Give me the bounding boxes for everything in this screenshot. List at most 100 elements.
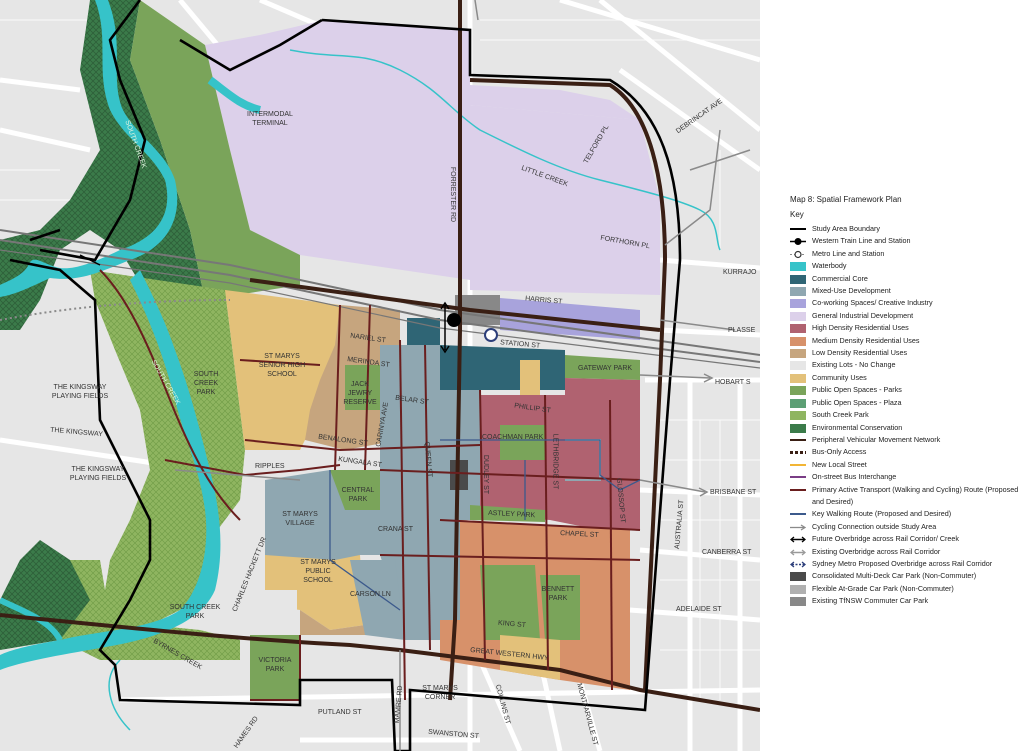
label-senior-high: ST MARYS SENIOR HIGH SCHOOL (258, 353, 306, 378)
legend-item: Community Uses (790, 372, 1020, 384)
legend-swatch (790, 287, 806, 297)
legend-swatch (790, 250, 806, 259)
legend-label: Flexible At-Grade Car Park (Non-Commuter… (812, 583, 954, 593)
legend-label: Environmental Conservation (812, 422, 903, 432)
map-title: Map 8: Spatial Framework Plan (790, 195, 902, 204)
legend-swatch (789, 535, 807, 544)
legend-swatch (790, 311, 806, 321)
map-legend: Map 8: Spatial Framework Plan Key Study … (789, 195, 1020, 608)
legend-label: Community Uses (812, 372, 867, 382)
legend-item: Peripheral Vehicular Movement Network (790, 434, 1020, 446)
label-dudley-st: DUDLEY ST (482, 454, 490, 495)
label-st-marys-corner: ST MARYS CORNER (422, 685, 458, 701)
legend-item: Bus-Only Access (790, 446, 1020, 458)
legend-swatch (790, 228, 806, 230)
spatial-framework-map[interactable]: INTERMODAL TERMINAL LITTLE CREEK TELFORD… (0, 0, 760, 751)
legend-item: Flexible At-Grade Car Park (Non-Commuter… (790, 583, 1020, 595)
legend-label: Study Area Boundary (812, 224, 880, 233)
legend-label: Waterbody (812, 261, 847, 271)
legend-label: Western Train Line and Station (812, 236, 911, 246)
label-lethbridge-st: LETHBRIDGE ST (551, 433, 559, 490)
metro-station-icon[interactable] (484, 328, 498, 342)
label-coachman-park: COACHMAN PARK (482, 434, 544, 441)
legend-item: Existing Lots - No Change (790, 359, 1020, 371)
legend-swatch (790, 423, 806, 433)
label-adelaide-st: ADELAIDE ST (676, 606, 722, 613)
label-hobart-st: HOBART S (715, 379, 751, 386)
label-bennett-park: BENNETT PARK (541, 586, 575, 602)
legend-label: Metro Line and Station (812, 248, 885, 258)
legend-label: Public Open Spaces - Plaza (812, 397, 902, 407)
legend-swatch (790, 411, 806, 421)
legend-item: Waterbody (790, 260, 1020, 272)
legend-item: Existing Overbridge across Rail Corridor (789, 546, 1020, 558)
legend-item: Existing TfNSW Commuter Car Park (790, 595, 1020, 607)
label-putland-st: PUTLAND ST (318, 709, 362, 716)
legend-swatch (790, 324, 806, 334)
legend-item: Environmental Conservation (790, 422, 1020, 434)
legend-swatch (790, 451, 806, 455)
legend-label: Commercial Core (812, 273, 868, 283)
legend-swatch (790, 262, 806, 272)
legend-label: Consolidated Multi-Deck Car Park (Non-Co… (812, 571, 977, 581)
legend-item: Mixed-Use Development (790, 285, 1020, 297)
legend-item: Primary Active Transport (Walking and Cy… (790, 484, 1020, 509)
label-crana-st: CRANA ST (378, 526, 414, 533)
legend-item: Public Open Spaces - Parks (790, 384, 1020, 396)
legend-swatch (790, 336, 806, 346)
label-central-park: CENTRAL PARK (341, 487, 375, 503)
legend-item: On-street Bus Interchange (790, 471, 1020, 483)
legend-swatch (790, 398, 806, 408)
legend-label: Sydney Metro Proposed Overbridge across … (812, 558, 993, 568)
legend-swatch (790, 597, 806, 607)
train-station-icon[interactable] (447, 313, 461, 327)
legend-item: Cycling Connection outside Study Area (790, 521, 1020, 533)
legend-swatch (790, 523, 807, 532)
legend-label: On-street Bus Interchange (812, 472, 897, 482)
zone-general-industrial (470, 105, 660, 295)
label-st-marys-village: ST MARYS VILLAGE (282, 511, 318, 527)
legend-item: High Density Residential Uses (790, 322, 1020, 334)
legend-swatch (790, 373, 806, 383)
legend-item: Key Walking Route (Proposed and Desired) (790, 508, 1020, 520)
legend-label: Future Overbridge across Rail Corridor/ … (812, 534, 959, 544)
legend-label: Peripheral Vehicular Movement Network (812, 434, 941, 444)
legend-label: Co-working Spaces/ Creative Industry (812, 298, 933, 308)
legend-item: Sydney Metro Proposed Overbridge across … (789, 558, 1020, 570)
legend-swatch (790, 299, 806, 309)
legend-label: New Local Street (812, 459, 867, 469)
label-jack-jewry: JACK JEWRY RESERVE (343, 381, 377, 406)
legend-item: New Local Street (790, 459, 1020, 471)
legend-item: Commercial Core (790, 273, 1020, 285)
label-south-creek-park: SOUTH CREEK PARK (193, 371, 219, 396)
legend-item: Consolidated Multi-Deck Car Park (Non-Co… (790, 570, 1020, 582)
label-intermodal-terminal: INTERMODAL TERMINAL (247, 111, 293, 127)
label-canberra-st: CANBERRA ST (702, 549, 752, 556)
label-carson-ln: CARSON LN (350, 591, 391, 598)
legend-swatch (790, 274, 806, 284)
map-canvas (0, 0, 760, 751)
legend-swatch (789, 548, 807, 557)
legend-label: Existing Lots - No Change (812, 360, 896, 370)
label-gateway-park: GATEWAY PARK (578, 365, 633, 372)
legend-swatch (790, 584, 806, 594)
label-south-creek-park-2: SOUTH CREEK PARK (169, 604, 221, 620)
legend-swatch (789, 560, 807, 569)
legend-item: General Industrial Development (790, 310, 1020, 322)
legend-item: Public Open Spaces - Plaza (790, 397, 1020, 409)
legend-swatch (790, 438, 806, 441)
legend-label: High Density Residential Uses (812, 323, 909, 333)
legend-label: General Industrial Development (812, 310, 914, 320)
legend-item: South Creek Park (790, 409, 1020, 421)
legend-label: Bus-Only Access (812, 447, 867, 457)
legend-label: Medium Density Residential Uses (812, 335, 920, 345)
legend-swatch (790, 237, 806, 246)
label-brisbane-st: BRISBANE ST (710, 489, 757, 496)
label-forrester-rd: FORRESTER RD (449, 166, 457, 223)
legend-label: Low Density Residential Uses (812, 348, 908, 358)
legend-label: South Creek Park (812, 410, 869, 420)
legend-label: Cycling Connection outside Study Area (812, 521, 937, 531)
label-victoria-park: VICTORIA PARK (258, 657, 292, 673)
label-plassey: PLASSE (728, 327, 756, 334)
legend-label: Mixed-Use Development (812, 286, 891, 296)
